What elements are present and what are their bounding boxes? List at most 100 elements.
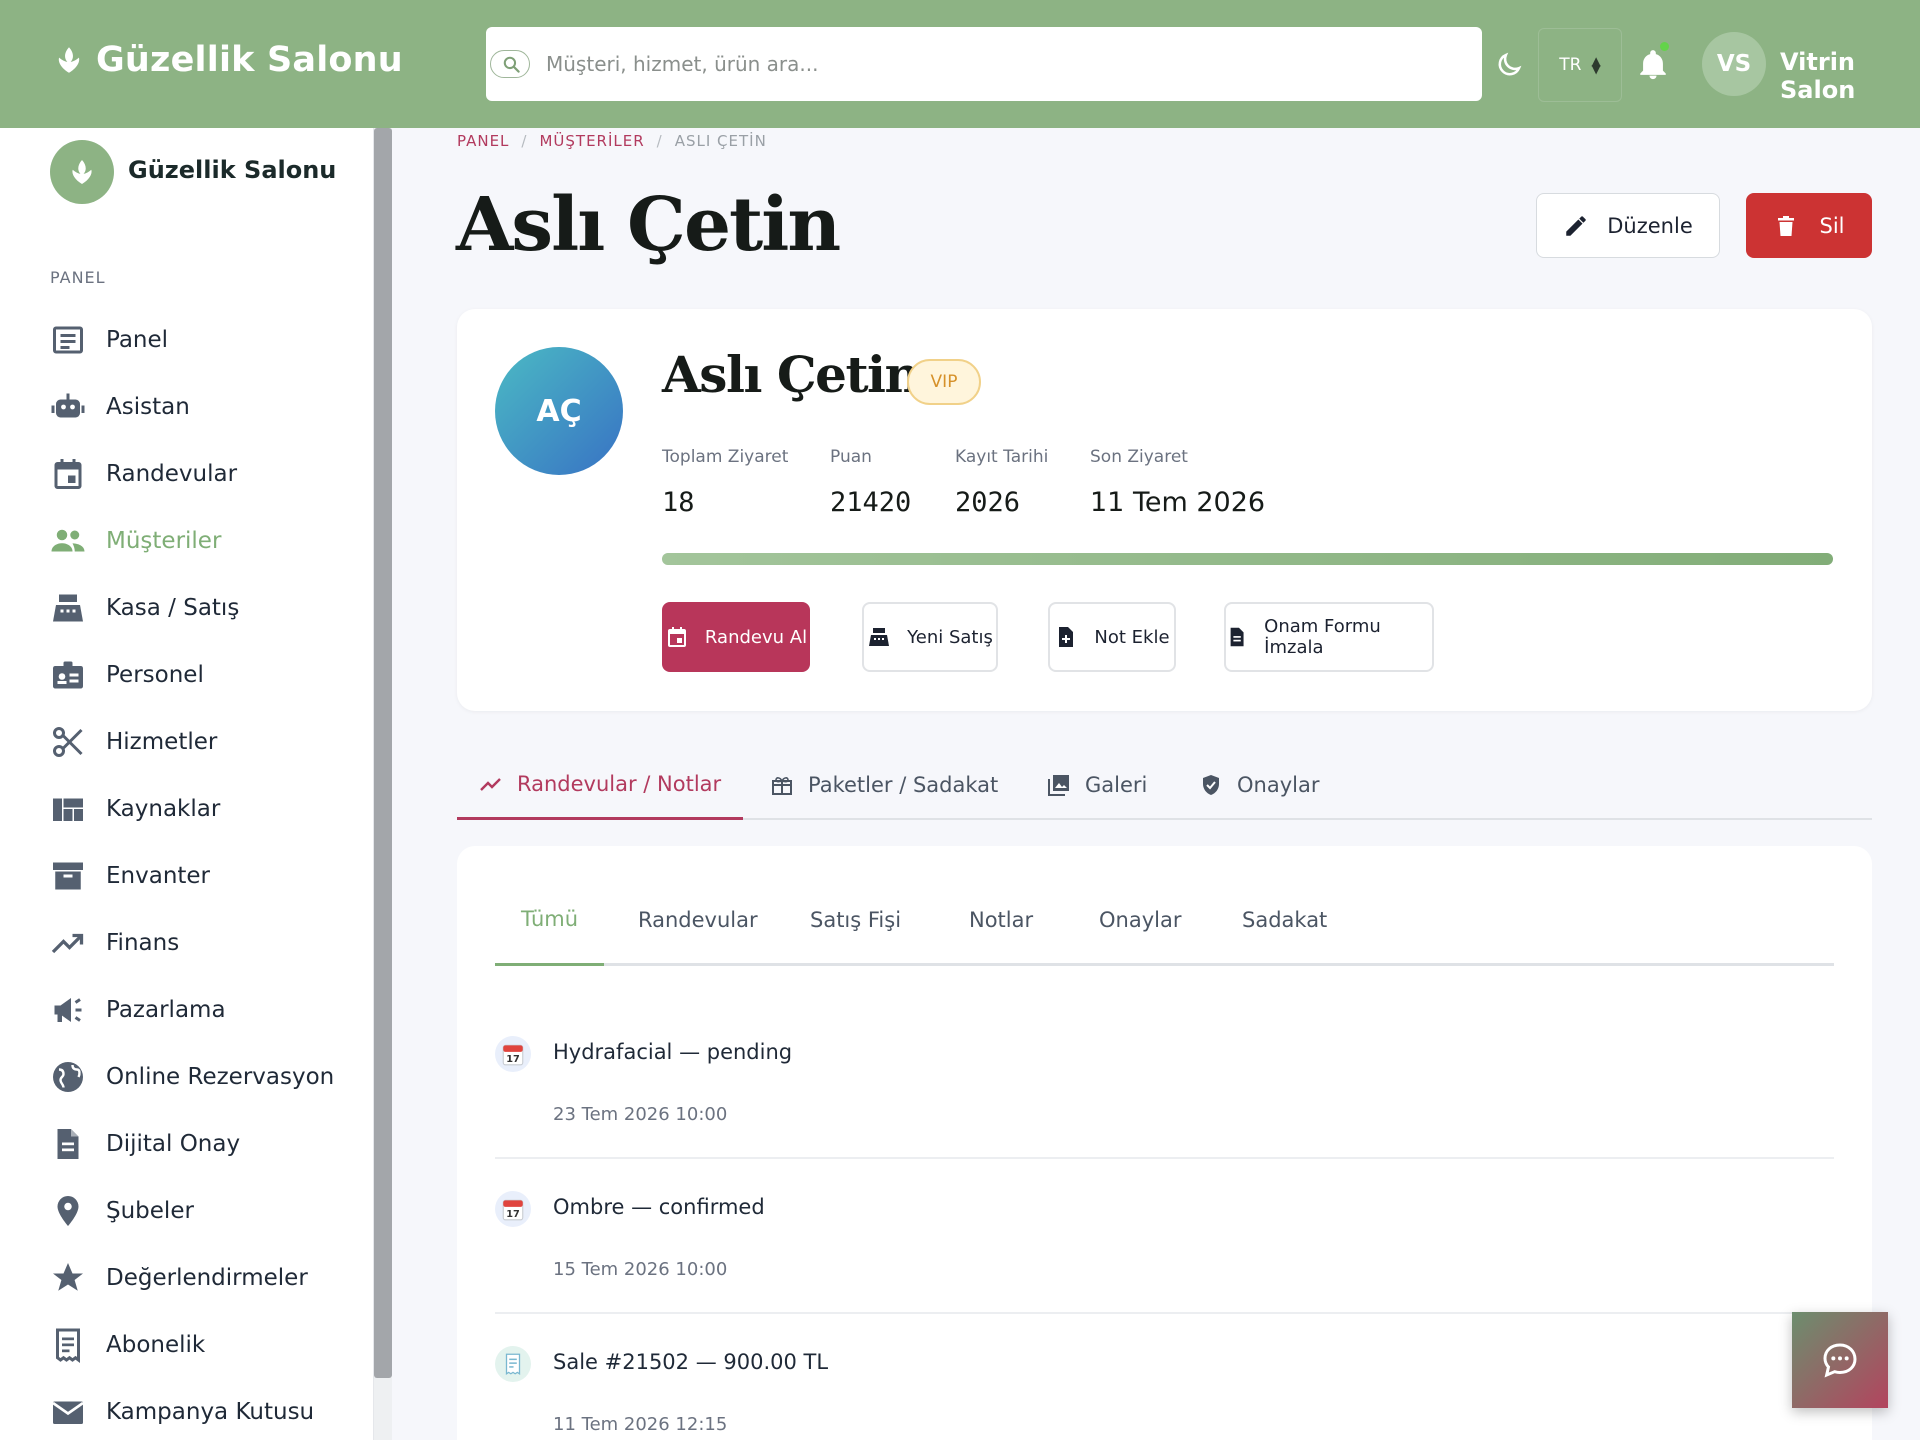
- breadcrumb-separator: /: [656, 132, 663, 150]
- sidebar-item-musteriler[interactable]: Müşteriler: [50, 507, 360, 574]
- scissors-icon: [50, 724, 86, 760]
- people-icon: [50, 523, 86, 559]
- stat-label: Son Ziyaret: [1090, 447, 1188, 467]
- lotus-icon: [72, 160, 92, 184]
- sidebar-nav: Panel Asistan Randevular Müşteriler Kasa…: [50, 306, 360, 1440]
- sidebar-item-label: Randevular: [106, 460, 238, 487]
- notification-bell-icon[interactable]: [1636, 48, 1670, 82]
- sidebar-item-abonelik[interactable]: Abonelik: [50, 1311, 360, 1378]
- filter-tab-sadakat[interactable]: Sadakat: [1242, 874, 1327, 966]
- button-label: Yeni Satış: [907, 626, 993, 648]
- sidebar-item-envanter[interactable]: Envanter: [50, 842, 360, 909]
- edit-button-label: Düzenle: [1607, 213, 1693, 238]
- vip-badge: VIP: [907, 359, 981, 405]
- calendar-icon: [667, 627, 686, 647]
- star-icon: [50, 1260, 86, 1296]
- language-value: TR: [1559, 55, 1582, 75]
- tab-galeri[interactable]: Galeri: [1047, 750, 1147, 820]
- breadcrumb-link-musteriler[interactable]: MÜŞTERİLER: [539, 132, 644, 150]
- sidebar-item-label: Müşteriler: [106, 527, 222, 554]
- search-bar: [486, 27, 1482, 101]
- sidebar-item-dijital-onay[interactable]: Dijital Onay: [50, 1110, 360, 1177]
- user-avatar[interactable]: VS: [1702, 32, 1766, 96]
- sidebar-item-label: Kasa / Satış: [106, 594, 240, 621]
- sidebar-item-kasa-satis[interactable]: Kasa / Satış: [50, 574, 360, 641]
- sidebar: Güzellik Salonu PANEL Panel Asistan Rand…: [0, 128, 374, 1440]
- stat-toplam-ziyaret: Toplam Ziyaret 18: [662, 447, 788, 518]
- dark-mode-toggle-icon[interactable]: [1494, 50, 1524, 80]
- customer-profile-card: AÇ Aslı Çetin VIP Toplam Ziyaret 18 Puan…: [457, 309, 1872, 711]
- dashboard-icon: [50, 322, 86, 358]
- sidebar-item-label: Panel: [106, 326, 169, 353]
- add-note-button[interactable]: Not Ekle: [1048, 602, 1176, 672]
- sign-consent-form-button[interactable]: Onam Formu İmzala: [1224, 602, 1434, 672]
- profile-tabs: Randevular / Notlar Paketler / Sadakat G…: [457, 750, 1872, 820]
- verified-shield-icon: [1203, 775, 1219, 795]
- stat-label: Toplam Ziyaret: [662, 447, 789, 467]
- new-sale-button[interactable]: Yeni Satış: [862, 602, 998, 672]
- robot-icon: [50, 389, 86, 425]
- filter-tab-notlar[interactable]: Notlar: [969, 874, 1033, 966]
- receipt-icon: [50, 1327, 86, 1363]
- sidebar-item-label: Online Rezervasyon: [106, 1063, 335, 1090]
- top-bar: Güzellik Salonu TR ▲▼ VS Vitrin Salon: [0, 0, 1920, 128]
- brand-logo[interactable]: Güzellik Salonu: [52, 40, 403, 80]
- breadcrumb-link-panel[interactable]: PANEL: [457, 132, 509, 150]
- edit-button[interactable]: Düzenle: [1536, 193, 1720, 258]
- brand-name: Güzellik Salonu: [96, 40, 403, 80]
- archive-icon: [50, 858, 86, 894]
- search-input[interactable]: [546, 45, 1446, 83]
- filter-tab-satis-fisi[interactable]: Satış Fişi: [810, 874, 901, 966]
- timeline-item[interactable]: 17 Hydrafacial — pending 23 Tem 2026 10:…: [495, 1004, 1834, 1159]
- tab-onaylar[interactable]: Onaylar: [1199, 750, 1319, 820]
- sidebar-item-degerlendirmeler[interactable]: Değerlendirmeler: [50, 1244, 360, 1311]
- language-select[interactable]: TR ▲ ▼: [1538, 28, 1622, 102]
- sidebar-item-panel[interactable]: Panel: [50, 306, 360, 373]
- tab-randevular-notlar[interactable]: Randevular / Notlar: [457, 750, 744, 820]
- user-name[interactable]: Vitrin Salon: [1780, 48, 1920, 104]
- sidebar-item-kampanya-kutusu[interactable]: Kampanya Kutusu: [50, 1378, 360, 1440]
- sidebar-item-online-rezervasyon[interactable]: Online Rezervasyon: [50, 1043, 360, 1110]
- stat-value: 2026: [955, 487, 1021, 518]
- filter-tab-randevular[interactable]: Randevular: [638, 874, 758, 966]
- loyalty-progress-bar: [662, 553, 1833, 565]
- timeline-item[interactable]: 17 Ombre — confirmed 15 Tem 2026 10:00: [495, 1159, 1834, 1314]
- sidebar-logo[interactable]: [50, 140, 114, 204]
- sidebar-item-personel[interactable]: Personel: [50, 641, 360, 708]
- sidebar-item-label: Personel: [106, 661, 204, 688]
- timeline-item-date: 15 Tem 2026 10:00: [553, 1259, 728, 1280]
- badge-icon: [50, 657, 86, 693]
- delete-button-label: Sil: [1819, 213, 1845, 238]
- lotus-icon: [58, 47, 80, 73]
- sidebar-scrollbar-thumb[interactable]: [374, 128, 392, 1378]
- filter-tab-tumu[interactable]: Tümü: [495, 874, 605, 966]
- timeline-item-title: Sale #21502 — 900.00 TL: [553, 1350, 829, 1374]
- stat-puan: Puan 21420: [830, 447, 911, 518]
- sidebar-item-label: Envanter: [106, 862, 211, 889]
- timeline-item[interactable]: Sale #21502 — 900.00 TL 11 Tem 2026 12:1…: [495, 1314, 1834, 1440]
- sidebar-item-subeler[interactable]: Şubeler: [50, 1177, 360, 1244]
- sort-arrows-icon: ▲ ▼: [1591, 54, 1601, 76]
- delete-button[interactable]: Sil: [1746, 193, 1872, 258]
- sidebar-item-randevular[interactable]: Randevular: [50, 440, 360, 507]
- calendar-icon-day: 17: [506, 1054, 520, 1065]
- tab-label: Randevular / Notlar: [517, 771, 722, 796]
- timeline-item-title: Ombre — confirmed: [553, 1195, 765, 1219]
- sidebar-item-kaynaklar[interactable]: Kaynaklar: [50, 775, 360, 842]
- chat-button[interactable]: [1792, 1312, 1888, 1408]
- location-pin-icon: [50, 1193, 86, 1229]
- calendar-icon: [50, 456, 86, 492]
- sidebar-item-finans[interactable]: Finans: [50, 909, 360, 976]
- timeline-item-title: Hydrafacial — pending: [553, 1040, 793, 1064]
- cash-register-icon: [869, 628, 890, 646]
- calendar-icon-day: 17: [506, 1209, 520, 1220]
- sidebar-item-hizmetler[interactable]: Hizmetler: [50, 708, 360, 775]
- customer-avatar: AÇ: [495, 347, 623, 475]
- book-appointment-button[interactable]: Randevu Al: [662, 602, 810, 672]
- filter-tab-onaylar[interactable]: Onaylar: [1099, 874, 1181, 966]
- search-button[interactable]: [490, 50, 530, 78]
- sidebar-item-pazarlama[interactable]: Pazarlama: [50, 976, 360, 1043]
- sidebar-item-asistan[interactable]: Asistan: [50, 373, 360, 440]
- tab-paketler-sadakat[interactable]: Paketler / Sadakat: [770, 750, 998, 820]
- page-title: Aslı Çetin: [456, 182, 841, 268]
